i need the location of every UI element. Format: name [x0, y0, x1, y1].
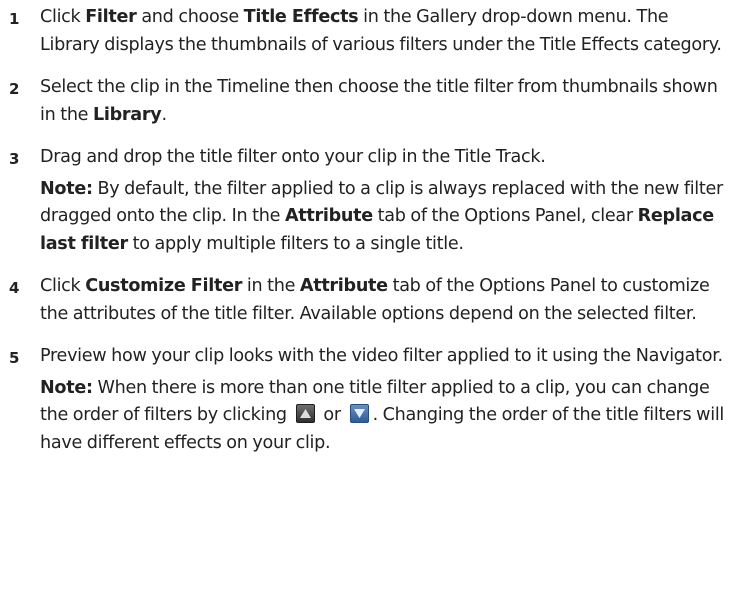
text-fragment: Drag and drop the title filter onto your…	[40, 147, 546, 167]
move-down-icon	[349, 404, 369, 423]
step-1: 1 Click Filter and choose Title Effects …	[0, 4, 739, 59]
step-text: Drag and drop the title filter onto your…	[40, 144, 730, 172]
text-fragment: in the	[242, 276, 300, 296]
text-fragment: tab of the Options Panel, clear	[372, 206, 638, 226]
step-text: Click Customize Filter in the Attribute …	[40, 273, 730, 328]
step-text: Select the clip in the Timeline then cho…	[40, 74, 730, 129]
step-number: 4	[9, 279, 20, 297]
step-5: 5 Preview how your clip looks with the v…	[0, 343, 739, 457]
text-fragment: Preview how your clip looks with the vid…	[40, 346, 723, 366]
note: Note: By default, the filter applied to …	[40, 176, 730, 259]
step-number: 2	[9, 80, 20, 98]
text-fragment: and choose	[136, 7, 244, 27]
text-fragment: Click	[40, 7, 86, 27]
step-text: Click Filter and choose Title Effects in…	[40, 4, 730, 59]
text-fragment: to apply multiple filters to a single ti…	[127, 233, 464, 254]
step-text: Preview how your clip looks with the vid…	[40, 343, 730, 371]
step-number: 3	[9, 150, 20, 168]
ui-term-customize-filter: Customize Filter	[85, 276, 243, 296]
step-4: 4 Click Customize Filter in the Attribut…	[0, 273, 739, 328]
ui-term-library: Library	[93, 104, 162, 125]
step-number: 5	[9, 349, 20, 367]
step-2: 2 Select the clip in the Timeline then c…	[0, 74, 739, 129]
note-label: Note:	[40, 377, 93, 398]
ui-term-attribute: Attribute	[284, 206, 373, 226]
note: Note: When there is more than one title …	[40, 375, 730, 458]
text-fragment: .	[161, 104, 167, 125]
text-fragment: or	[318, 405, 346, 425]
ui-term-attribute: Attribute	[299, 276, 388, 296]
move-up-icon	[295, 404, 315, 423]
ui-term-filter: Filter	[85, 7, 137, 27]
text-fragment: Click	[40, 276, 86, 296]
ui-term-title-effects: Title Effects	[243, 7, 359, 27]
step-3: 3 Drag and drop the title filter onto yo…	[0, 144, 739, 258]
instructions-document: 1 Click Filter and choose Title Effects …	[0, 0, 739, 457]
note-label: Note:	[40, 178, 93, 199]
step-number: 1	[9, 10, 20, 28]
